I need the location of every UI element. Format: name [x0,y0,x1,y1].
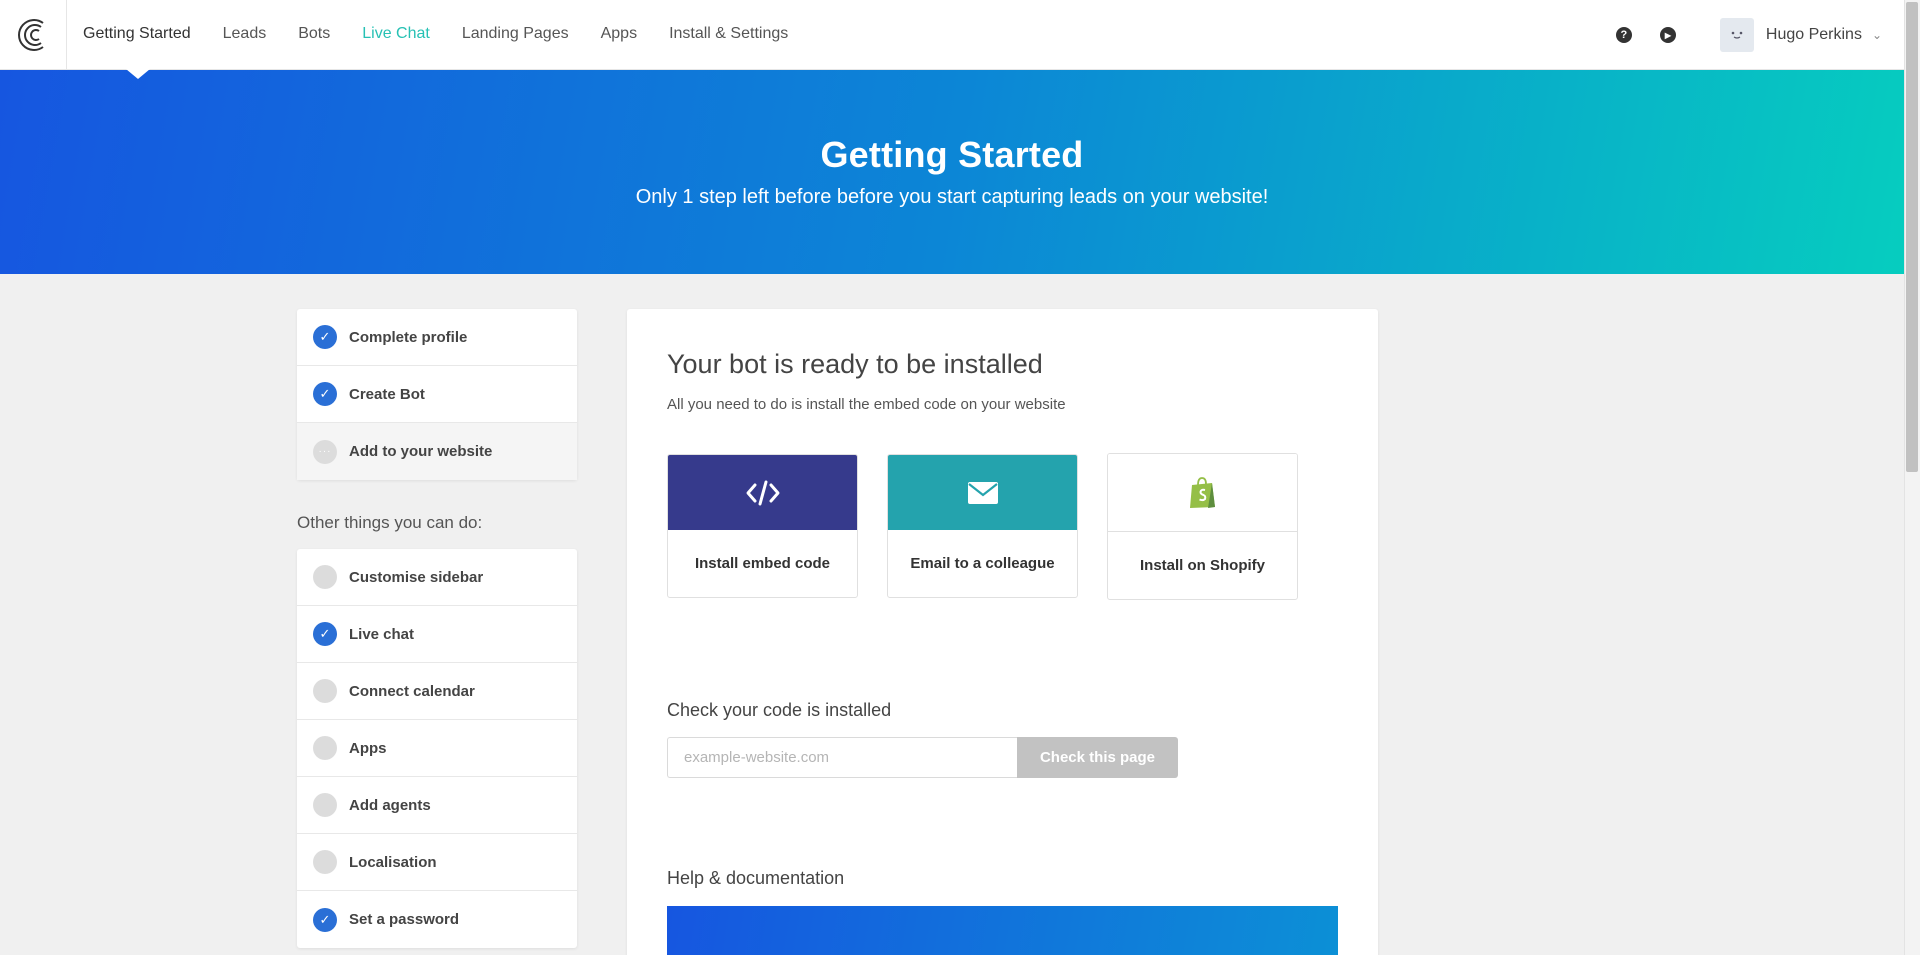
nav-apps[interactable]: Apps [601,0,637,70]
nav-live-chat[interactable]: Live Chat [362,0,430,70]
more-icon: ··· [313,439,337,464]
top-nav: Getting Started Leads Bots Live Chat Lan… [0,0,1904,70]
user-name[interactable]: Hugo Perkins [1766,26,1862,44]
nav-bots[interactable]: Bots [298,0,330,70]
page-title: Getting Started [820,134,1084,175]
step-label: Complete profile [349,328,468,346]
item-live-chat[interactable]: ✓ Live chat [297,606,577,663]
envelope-icon [888,455,1077,530]
item-label: Customise sidebar [349,568,484,586]
check-page-button[interactable]: Check this page [1017,737,1178,778]
item-localisation[interactable]: Localisation [297,834,577,891]
nav-getting-started[interactable]: Getting Started [83,0,191,70]
chevron-down-icon[interactable]: ⌄ [1872,28,1882,42]
install-shopify-option[interactable]: Install on Shopify [1107,453,1298,600]
logo[interactable] [0,0,67,70]
step-create-bot[interactable]: ✓ Create Bot [297,366,577,423]
option-label: Email to a colleague [910,555,1055,572]
check-icon: ✓ [313,622,337,646]
hero-banner: Getting Started Only 1 step left before … [0,70,1904,274]
item-connect-calendar[interactable]: Connect calendar [297,663,577,720]
page-subtitle: Only 1 step left before before you start… [635,186,1269,208]
option-label: Install embed code [694,555,831,572]
check-install-title: Check your code is installed [667,700,892,720]
nav-menu: Getting Started Leads Bots Live Chat Lan… [83,0,820,70]
item-label: Connect calendar [349,682,475,700]
check-icon: ✓ [313,382,337,406]
other-things-title: Other things you can do: [297,513,483,532]
item-set-password[interactable]: ✓ Set a password [297,891,577,948]
help-icon[interactable]: ? [1615,27,1632,43]
play-icon[interactable]: ▶ [1659,27,1676,43]
unchecked-icon [313,793,337,817]
website-url-input[interactable] [667,737,1017,778]
help-banner[interactable] [667,906,1338,955]
email-colleague-option[interactable]: Email to a colleague [887,454,1078,598]
check-icon: ✓ [313,325,337,349]
item-add-agents[interactable]: Add agents [297,777,577,834]
item-label: Set a password [349,911,460,928]
face-icon [1731,31,1743,39]
avatar[interactable] [1719,18,1754,52]
item-customise-sidebar[interactable]: Customise sidebar [297,549,577,606]
other-things-list: Customise sidebar ✓ Live chat Connect ca… [297,549,577,948]
install-panel: Your bot is ready to be installed All yo… [627,309,1378,955]
nav-right: ? ▶ Hugo Perkins ⌄ [1615,0,1882,70]
scrollbar-thumb[interactable] [1906,2,1918,472]
setup-steps: ✓ Complete profile ✓ Create Bot ··· Add … [297,309,577,480]
unchecked-icon [313,679,337,703]
help-docs-title: Help & documentation [667,868,845,888]
install-embed-code-option[interactable]: Install embed code [667,454,858,598]
install-subtitle: All you need to do is install the embed … [667,396,1066,413]
step-label: Create Bot [349,385,425,403]
step-label: Add to your website [349,443,493,460]
nav-leads[interactable]: Leads [223,0,267,70]
item-label: Live chat [349,625,415,643]
check-icon: ✓ [313,907,337,932]
unchecked-icon [313,736,337,760]
step-complete-profile[interactable]: ✓ Complete profile [297,309,577,366]
item-label: Add agents [349,796,431,814]
install-title: Your bot is ready to be installed [667,349,1043,379]
unchecked-icon [313,850,337,874]
option-label: Install on Shopify [1139,557,1265,574]
scrollbar[interactable] [1904,0,1920,955]
item-apps[interactable]: Apps [297,720,577,777]
step-add-to-website[interactable]: ··· Add to your website [297,423,577,480]
unchecked-icon [313,565,337,589]
item-label: Localisation [349,853,437,871]
shopify-icon [1108,454,1297,532]
code-icon [668,455,857,530]
active-tab-indicator [126,69,150,79]
logo-icon [18,18,44,51]
nav-landing-pages[interactable]: Landing Pages [462,0,569,70]
item-label: Apps [349,739,387,757]
nav-install-settings[interactable]: Install & Settings [669,0,788,70]
